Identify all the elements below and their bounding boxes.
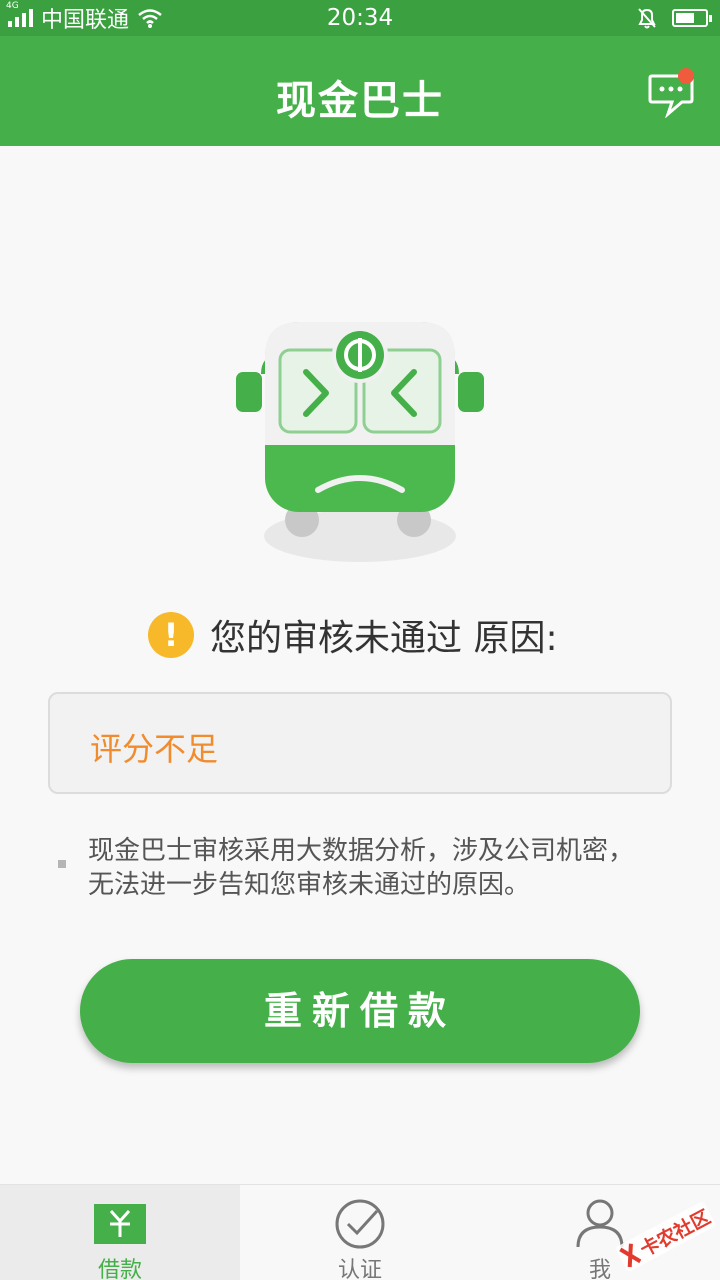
rejection-heading: ! 您的审核未通过 原因: (148, 610, 558, 660)
battery-icon (672, 9, 712, 27)
reason-text: 评分不足 (90, 730, 219, 768)
explanation-note: 现金巴士审核采用大数据分析，涉及公司机密，无法进一步告知您审核未通过的原因。 (88, 836, 635, 900)
status-bar: 4G 中国联通 20:34 (0, 0, 720, 36)
reborrow-button[interactable]: 重新借款 (80, 959, 640, 1063)
tab-loan-label: 借款 (97, 1258, 142, 1280)
notification-badge (678, 68, 694, 84)
tab-verify[interactable]: 认证 (240, 1185, 480, 1280)
tab-me-label: 我 (588, 1258, 611, 1280)
tab-verify-label: 认证 (337, 1258, 382, 1280)
rejection-heading-text: 您的审核未通过 原因: (210, 618, 558, 659)
reason-box: 评分不足 (48, 692, 672, 794)
bullet-icon (58, 860, 66, 868)
check-circle-icon (335, 1199, 385, 1249)
clock: 20:34 (326, 5, 394, 31)
messages-button[interactable] (646, 68, 696, 119)
page-title: 现金巴士 (276, 78, 444, 124)
warning-icon: ! (148, 612, 194, 658)
app-header: 现金巴士 (0, 36, 720, 146)
tab-loan[interactable]: 借款 (0, 1185, 240, 1280)
sad-bus-mascot-image (236, 322, 484, 562)
mute-bell-icon (638, 8, 656, 29)
yuan-card-icon (94, 1204, 146, 1244)
